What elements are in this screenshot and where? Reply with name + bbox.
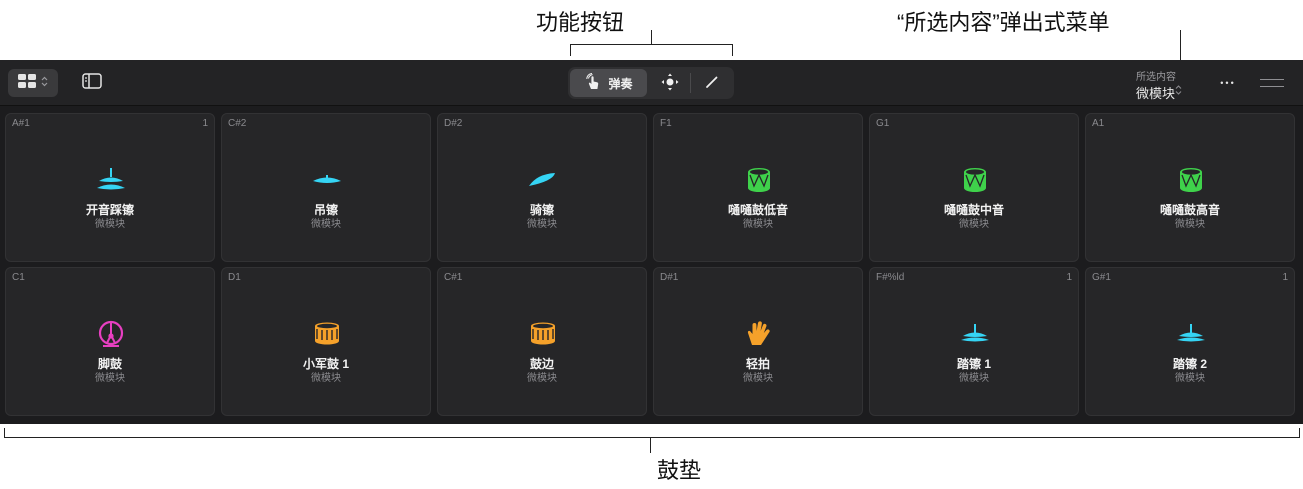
chevron-updown-icon xyxy=(1175,85,1182,97)
pedal-hihat-icon xyxy=(950,318,1000,350)
pad-type: 微模块 xyxy=(95,373,125,384)
open-hihat-icon xyxy=(86,164,136,196)
drum-pad[interactable]: C#1 鼓边 微模块 xyxy=(437,267,647,416)
drum-pad[interactable]: C1 脚鼓 微模块 xyxy=(5,267,215,416)
callout-line xyxy=(4,437,1300,438)
resize-handle[interactable] xyxy=(1258,76,1286,90)
move-arrows-icon xyxy=(661,73,679,94)
tom-drum-icon xyxy=(1166,164,1216,196)
pad-type: 微模块 xyxy=(311,219,341,230)
pad-note-label: G#1 xyxy=(1092,272,1111,283)
pad-type: 微模块 xyxy=(1175,219,1205,230)
handle-bar xyxy=(1260,86,1284,87)
divider xyxy=(690,73,691,93)
drum-pad[interactable]: A#1 1 开音踩镲 微模块 xyxy=(5,113,215,262)
snare-drum-icon xyxy=(518,318,568,350)
move-mode-button[interactable] xyxy=(650,69,690,97)
toolbar: 弹奏 所选内容 微模块 ••• xyxy=(0,60,1303,106)
callout-drum-pads: 鼓垫 xyxy=(657,458,702,483)
tap-hand-icon xyxy=(584,72,602,94)
crash-cymbal-icon xyxy=(302,164,352,196)
pencil-icon xyxy=(705,75,719,92)
play-mode-button[interactable]: 弹奏 xyxy=(570,69,647,97)
pad-count-label: 1 xyxy=(202,118,208,129)
drum-pad[interactable]: C#2 吊镲 微模块 xyxy=(221,113,431,262)
pad-note-label: A#1 xyxy=(12,118,30,129)
pad-note-label: C#1 xyxy=(444,272,463,283)
pad-note-label: F#%ld xyxy=(876,272,905,283)
pad-type: 微模块 xyxy=(527,373,557,384)
drum-pad[interactable]: D1 小军鼓 1 微模块 xyxy=(221,267,431,416)
sidebar-icon xyxy=(82,72,102,94)
selection-label: 所选内容 xyxy=(1136,72,1176,83)
pad-note-label: C1 xyxy=(12,272,25,283)
callout-line xyxy=(570,44,733,45)
pad-note-label: F1 xyxy=(660,118,672,129)
selection-popup-menu[interactable]: 所选内容 微模块 xyxy=(1132,68,1192,101)
drum-pad[interactable]: G1 嗵嗵鼓中音 微模块 xyxy=(869,113,1079,262)
function-buttons: 弹奏 xyxy=(568,67,734,99)
drum-machine-panel: 弹奏 所选内容 微模块 ••• A#1 1 开音踩镲 微模块 C#2 吊镲 微模… xyxy=(0,60,1303,424)
callout-line xyxy=(732,44,733,56)
callout-line xyxy=(1299,428,1300,438)
ellipsis-icon: ••• xyxy=(1220,78,1236,88)
pad-note-label: D#2 xyxy=(444,118,463,129)
pad-note-label: G1 xyxy=(876,118,890,129)
callout-line xyxy=(4,428,5,438)
callout-function-buttons: 功能按钮 xyxy=(536,10,625,35)
drum-pad[interactable]: F1 嗵嗵鼓低音 微模块 xyxy=(653,113,863,262)
ride-cymbal-icon xyxy=(518,164,568,196)
drum-pad[interactable]: F#%ld 1 踏镲 1 微模块 xyxy=(869,267,1079,416)
pad-type: 微模块 xyxy=(743,373,773,384)
callout-line xyxy=(650,437,651,453)
handle-bar xyxy=(1260,79,1284,80)
sidebar-toggle-button[interactable] xyxy=(80,72,104,94)
chevron-updown-icon xyxy=(41,74,48,92)
hand-clap-icon xyxy=(734,318,784,350)
pad-type: 微模块 xyxy=(959,219,989,230)
draw-mode-button[interactable] xyxy=(692,69,732,97)
pad-note-label: D#1 xyxy=(660,272,679,283)
pad-type: 微模块 xyxy=(1175,373,1205,384)
snare-drum-icon xyxy=(302,318,352,350)
pad-type: 微模块 xyxy=(959,373,989,384)
pedal-hihat-icon xyxy=(1166,318,1216,350)
grid-icon xyxy=(18,73,36,93)
selection-value: 微模块 xyxy=(1136,86,1176,101)
play-mode-label: 弹奏 xyxy=(608,76,633,91)
pad-type: 微模块 xyxy=(311,373,341,384)
pad-type: 微模块 xyxy=(527,219,557,230)
pad-count-label: 1 xyxy=(1282,272,1288,283)
callout-selection-popup: “所选内容”弹出式菜单 xyxy=(897,10,1110,35)
pad-note-label: D1 xyxy=(228,272,241,283)
pad-type: 微模块 xyxy=(743,219,773,230)
kick-drum-icon xyxy=(86,318,136,350)
callout-line xyxy=(651,30,652,44)
pad-note-label: C#2 xyxy=(228,118,247,129)
drum-pad[interactable]: G#1 1 踏镲 2 微模块 xyxy=(1085,267,1295,416)
pad-note-label: A1 xyxy=(1092,118,1105,129)
more-options-button[interactable]: ••• xyxy=(1214,74,1242,92)
grid-view-button[interactable] xyxy=(8,69,58,97)
drum-pad[interactable]: D#1 轻拍 微模块 xyxy=(653,267,863,416)
pad-count-label: 1 xyxy=(1066,272,1072,283)
drum-pad[interactable]: D#2 骑镲 微模块 xyxy=(437,113,647,262)
tom-drum-icon xyxy=(950,164,1000,196)
drum-pad[interactable]: A1 嗵嗵鼓高音 微模块 xyxy=(1085,113,1295,262)
tom-drum-icon xyxy=(734,164,784,196)
callout-line xyxy=(570,44,571,56)
pad-type: 微模块 xyxy=(95,219,125,230)
